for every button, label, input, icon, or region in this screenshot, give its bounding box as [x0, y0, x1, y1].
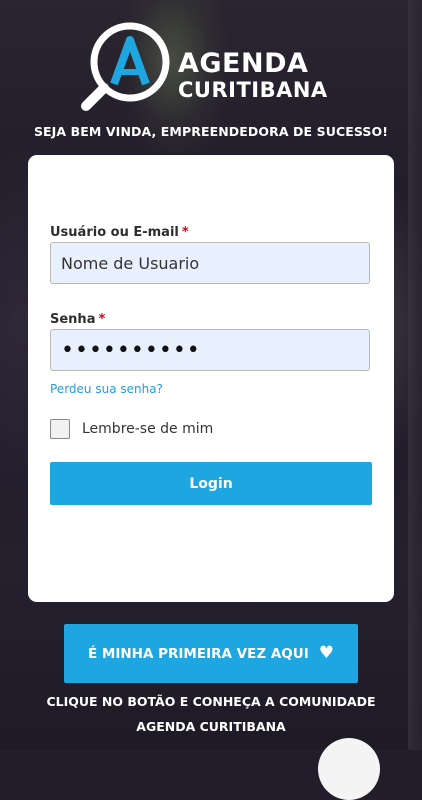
background-pillar	[408, 0, 422, 750]
brand-logo: AGENDA CURITIBANA	[78, 18, 350, 114]
required-marker: *	[181, 225, 189, 240]
username-input-value: Nome de Usuario	[61, 253, 200, 273]
username-label-text: Usuário ou E-mail	[50, 225, 179, 240]
login-button[interactable]: Login	[50, 462, 372, 505]
brand-name-line2: CURITIBANA	[178, 78, 328, 102]
forgot-password-link[interactable]: Perdeu sua senha?	[50, 382, 163, 396]
community-text-line1: CLIQUE NO BOTÃO E CONHEÇA A COMUNIDADE	[46, 694, 376, 709]
remember-me-label[interactable]: Lembre-se de mim	[82, 421, 213, 437]
magnifier-logo-icon	[81, 22, 170, 111]
password-input-value: ••••••••••	[61, 337, 201, 363]
login-card: Usuário ou E-mail * Nome de Usuario Senha…	[28, 155, 394, 602]
username-input[interactable]: Nome de Usuario	[50, 242, 370, 284]
password-label-text: Senha	[50, 312, 96, 327]
password-label: Senha *	[50, 312, 105, 327]
community-text-line2: AGENDA CURITIBANA	[136, 719, 286, 734]
heart-icon: ♥	[318, 643, 334, 663]
brand-name-line1: AGENDA	[178, 48, 309, 79]
remember-me-checkbox[interactable]	[50, 419, 70, 439]
required-marker: *	[98, 312, 106, 327]
welcome-tagline: SEJA BEM VINDA, EMPREENDEDORA DE SUCESSO…	[33, 124, 389, 139]
username-label: Usuário ou E-mail *	[50, 225, 189, 240]
first-time-button-label: É MINHA PRIMEIRA VEZ AQUI	[88, 645, 309, 662]
floating-chat-button[interactable]	[318, 738, 380, 800]
login-button-label: Login	[189, 475, 233, 492]
password-input[interactable]: ••••••••••	[50, 329, 370, 371]
first-time-button[interactable]: É MINHA PRIMEIRA VEZ AQUI ♥	[64, 624, 358, 683]
